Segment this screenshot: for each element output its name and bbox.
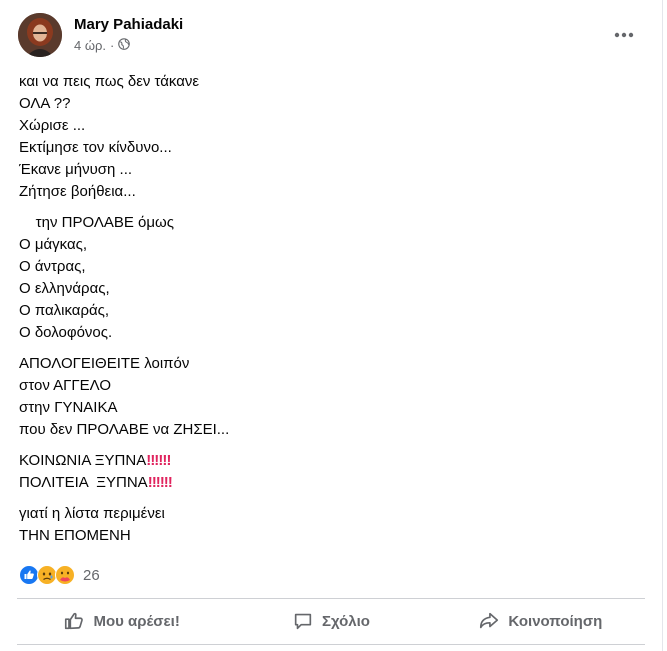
post-line: Ο άντρας, (19, 258, 86, 275)
reaction-summary[interactable]: 26 (19, 563, 100, 587)
post-line: Ο ελληνάρας, (19, 280, 110, 297)
share-button[interactable]: Κοινοποίηση (436, 600, 645, 642)
author-name[interactable]: Mary Pahiadaki (74, 16, 183, 33)
post-line: ΟΛΑ ?? (19, 95, 71, 112)
post-line: την ΠΡΟΛΑΒΕ όμως (19, 214, 174, 231)
share-icon (480, 612, 499, 629)
post-line: γιατί η λίστα περιμένει (19, 505, 165, 522)
more-options-icon[interactable] (612, 23, 636, 47)
post-line: Ο δολοφόνος. (19, 324, 113, 341)
post-line: στην ΓΥΝΑΙΚΑ (19, 399, 118, 416)
meta-separator: · (110, 38, 115, 53)
comment-button[interactable]: Σχόλιο (226, 600, 435, 642)
post-line: στον ΑΓΓΕΛΟ (19, 377, 112, 394)
post-actions: Μου αρέσει! Σχόλιο Κοινοποίηση (17, 600, 645, 642)
care-reaction-icon (55, 565, 75, 585)
sad-reaction-icon (37, 565, 57, 585)
post-card: Mary Pahiadaki 4 ώρ. · και να πεις πως δ… (0, 0, 663, 651)
post-line: που δεν ΠΡΟΛΑΒΕ να ΖΗΣΕΙ... (19, 421, 230, 438)
post-line: ΑΠΟΛΟΓΕΙΘΕΙΤΕ λοιπόν (19, 355, 190, 372)
post-header: Mary Pahiadaki 4 ώρ. · (18, 13, 644, 57)
comment-label: Σχόλιο (322, 612, 370, 630)
reaction-count[interactable]: 26 (83, 567, 100, 584)
divider (17, 644, 645, 645)
thumbs-up-icon (65, 612, 84, 630)
post-line: Ο παλικαράς, (19, 302, 110, 319)
post-line: Χώρισε ... (19, 117, 86, 134)
post-line: Ο μάγκας, (19, 236, 88, 253)
author-avatar[interactable] (18, 13, 62, 57)
post-line: ΤΗΝ ΕΠΟΜΕΝΗ (19, 527, 131, 544)
post-line: Ζήτησε βοήθεια... (19, 183, 136, 200)
share-label: Κοινοποίηση (508, 612, 603, 630)
post-text: και να πεις πως δεν τάκανε ΟΛΑ ?? Χώρισε… (19, 71, 642, 547)
post-line: Εκτίμησε τον κίνδυνο... (19, 139, 172, 156)
post-line: ΚΟΙΝΩΝΙΑ ΞΥΠΝΑ‼‼‼ (19, 452, 171, 469)
divider (17, 598, 645, 599)
post-line: ΠΟΛΙΤΕΙΑ ΞΥΠΝΑ‼‼‼ (19, 474, 173, 491)
post-line: και να πεις πως δεν τάκανε (19, 73, 200, 90)
like-label: Μου αρέσει! (93, 612, 180, 630)
double-exclamation-icon: ‼‼‼ (147, 474, 173, 491)
globe-icon[interactable] (118, 38, 131, 53)
comment-icon (294, 613, 312, 630)
post-timestamp[interactable]: 4 ώρ. (74, 38, 106, 53)
like-reaction-icon (19, 565, 39, 585)
like-button[interactable]: Μου αρέσει! (17, 600, 226, 642)
post-meta: 4 ώρ. · (74, 38, 131, 53)
post-line: Έκανε μήνυση ... (19, 161, 133, 178)
double-exclamation-icon: ‼‼‼ (146, 452, 171, 469)
